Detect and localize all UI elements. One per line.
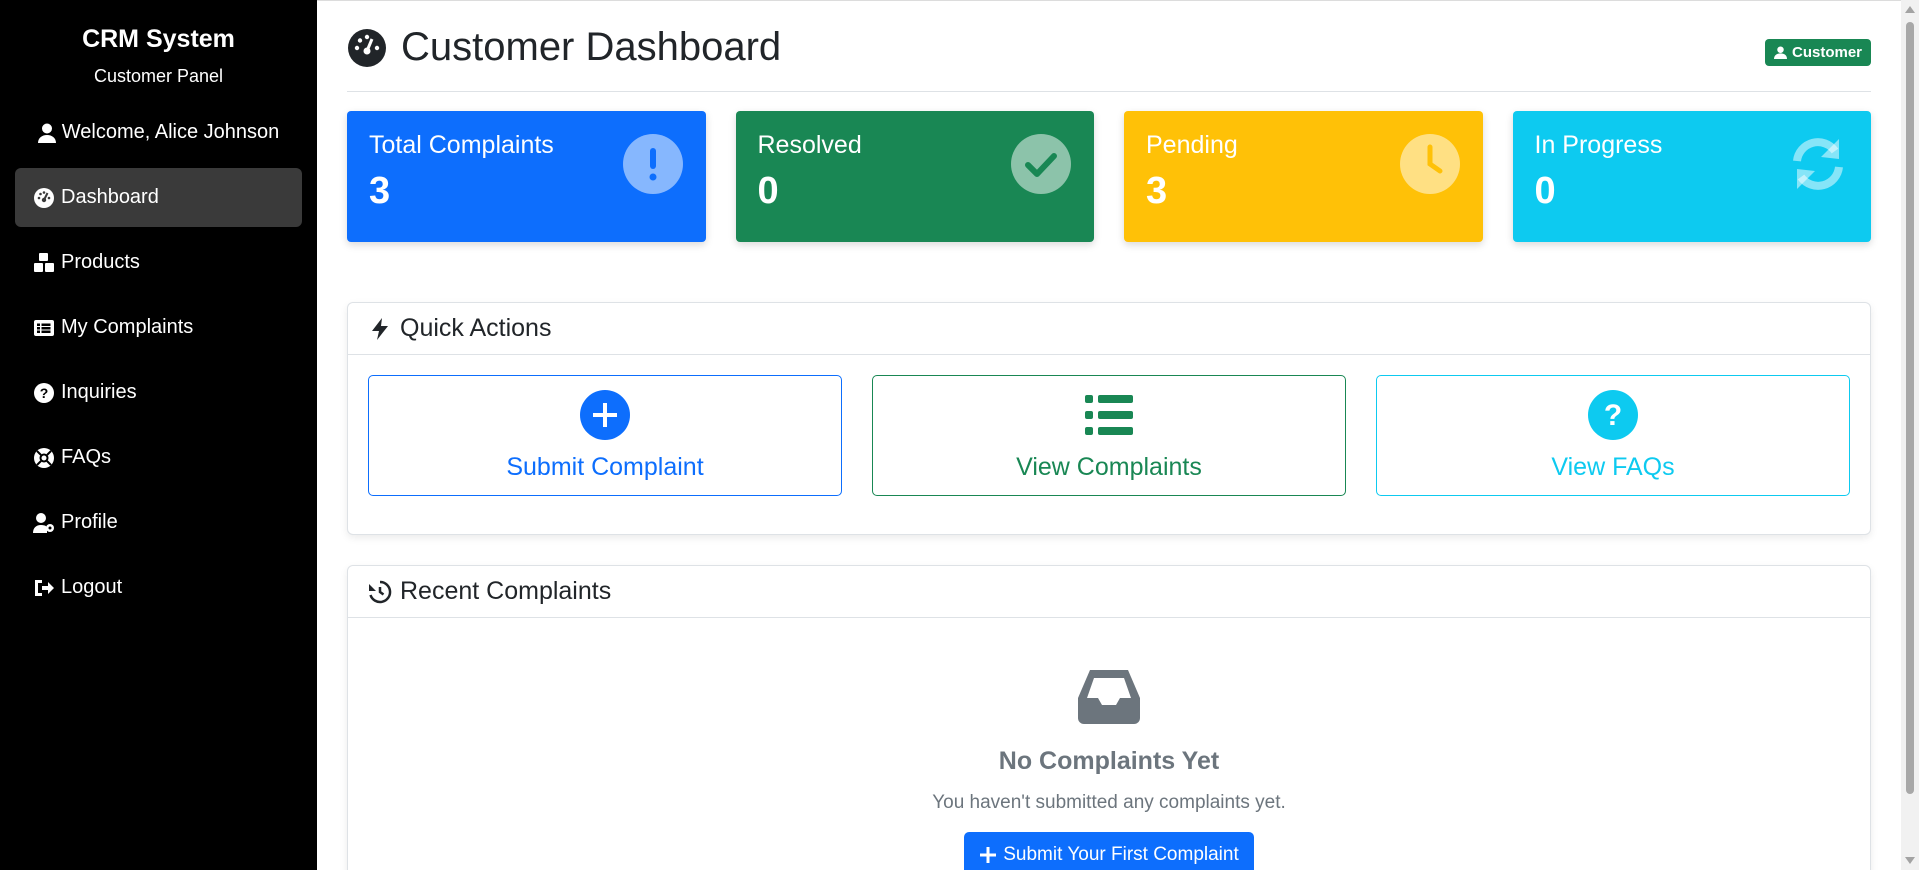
sidebar-item-label: Inquiries: [61, 381, 137, 403]
sign-out-icon: [35, 579, 54, 596]
brand-title: CRM System: [82, 25, 235, 53]
sidebar-item-label: FAQs: [61, 446, 112, 468]
sync-icon: [1793, 138, 1843, 190]
stat-card-pending: Pending 3: [1124, 111, 1483, 242]
sidebar-item-logout[interactable]: Logout: [15, 558, 302, 617]
gauge-icon: [348, 28, 386, 67]
role-badge: Customer: [1764, 39, 1871, 66]
exclamation-circle-icon: [622, 134, 683, 194]
question-circle-icon: ?: [1588, 390, 1638, 440]
sidebar-item-inquiries[interactable]: ? Inquiries: [15, 363, 302, 422]
sidebar-item-my-complaints[interactable]: My Complaints: [15, 298, 302, 357]
sidebar-item-profile[interactable]: Profile: [15, 493, 302, 552]
stat-card-in-progress: In Progress 0: [1512, 111, 1871, 242]
empty-title: No Complaints Yet: [998, 747, 1220, 775]
sidebar-nav: Dashboard Products My Complaints ? Inqui…: [0, 168, 317, 617]
stat-card-total-complaints: Total Complaints 3: [347, 111, 706, 242]
clock-icon: [1399, 134, 1460, 194]
view-complaints-label: View Complaints: [1016, 453, 1202, 481]
page-title-text: Customer Dashboard: [401, 25, 782, 69]
scroll-down-arrow[interactable]: [1905, 857, 1915, 864]
submit-first-complaint-label: Submit Your First Complaint: [1003, 844, 1239, 865]
welcome-text: Welcome, Alice Johnson: [61, 121, 280, 143]
empty-text: You haven't submitted any complaints yet…: [932, 792, 1286, 813]
check-circle-icon: [1011, 134, 1071, 194]
plus-icon: [980, 847, 997, 863]
sidebar-item-label: My Complaints: [61, 316, 194, 338]
recent-complaints-header: Recent Complaints: [348, 566, 1870, 618]
list-alt-icon: [34, 319, 54, 336]
quick-actions-header: Quick Actions: [348, 303, 1870, 355]
recent-complaints-card: Recent Complaints No Complaints Yet You …: [347, 565, 1871, 870]
sidebar-item-dashboard[interactable]: Dashboard: [15, 168, 302, 227]
page-title: Customer Dashboard: [347, 25, 781, 70]
sidebar-item-label: Logout: [61, 576, 123, 598]
question-circle-icon: ?: [34, 382, 54, 403]
inbox-icon: [1078, 670, 1140, 724]
svg-text:?: ?: [1604, 399, 1622, 432]
list-icon: [1085, 395, 1133, 435]
brand: CRM System Customer Panel: [0, 0, 317, 87]
submit-complaint-button[interactable]: Submit Complaint: [368, 375, 842, 496]
svg-text:?: ?: [40, 385, 49, 401]
brand-subtitle: Customer Panel: [93, 66, 224, 86]
history-icon: [369, 580, 392, 603]
sidebar-item-faqs[interactable]: FAQs: [15, 428, 302, 487]
submit-complaint-label: Submit Complaint: [506, 453, 704, 481]
view-complaints-button[interactable]: View Complaints: [872, 375, 1346, 496]
boxes-icon: [34, 252, 54, 272]
view-faqs-label: View FAQs: [1551, 453, 1675, 481]
view-faqs-button[interactable]: ? View FAQs: [1376, 375, 1850, 496]
quick-actions-title: Quick Actions: [400, 314, 552, 342]
sidebar: CRM System Customer Panel Welcome, Alice…: [0, 0, 317, 870]
vertical-scrollbar[interactable]: [1901, 0, 1919, 870]
quick-actions-row: Submit Complaint View Complaints ? View …: [348, 355, 1870, 516]
sidebar-item-label: Profile: [61, 511, 118, 533]
role-badge-label: Customer: [1791, 44, 1862, 61]
stat-card-resolved: Resolved 0: [735, 111, 1094, 242]
scroll-thumb[interactable]: [1906, 22, 1914, 794]
user-icon: [37, 123, 56, 143]
bolt-icon: [372, 317, 388, 340]
submit-first-complaint-button[interactable]: Submit Your First Complaint: [964, 832, 1254, 870]
plus-circle-icon: [580, 390, 630, 440]
scroll-up-arrow[interactable]: [1905, 6, 1915, 13]
main-content: Customer Dashboard Customer Total Compla…: [317, 0, 1919, 870]
life-ring-icon: [34, 447, 54, 468]
gauge-icon: [34, 187, 54, 208]
user-cog-icon: [33, 512, 54, 533]
page-header: Customer Dashboard Customer: [347, 25, 1871, 92]
sidebar-item-products[interactable]: Products: [15, 233, 302, 292]
sidebar-item-label: Dashboard: [61, 186, 159, 208]
sidebar-item-label: Products: [61, 251, 140, 273]
stats-row: Total Complaints 3 Resolved 0 Pending 3 …: [347, 111, 1871, 242]
recent-complaints-title: Recent Complaints: [400, 577, 612, 605]
empty-state: No Complaints Yet You haven't submitted …: [348, 618, 1870, 870]
welcome-message: Welcome, Alice Johnson: [0, 121, 317, 144]
user-icon: [1773, 46, 1787, 59]
quick-actions-card: Quick Actions Submit Complaint View Comp…: [347, 302, 1871, 535]
